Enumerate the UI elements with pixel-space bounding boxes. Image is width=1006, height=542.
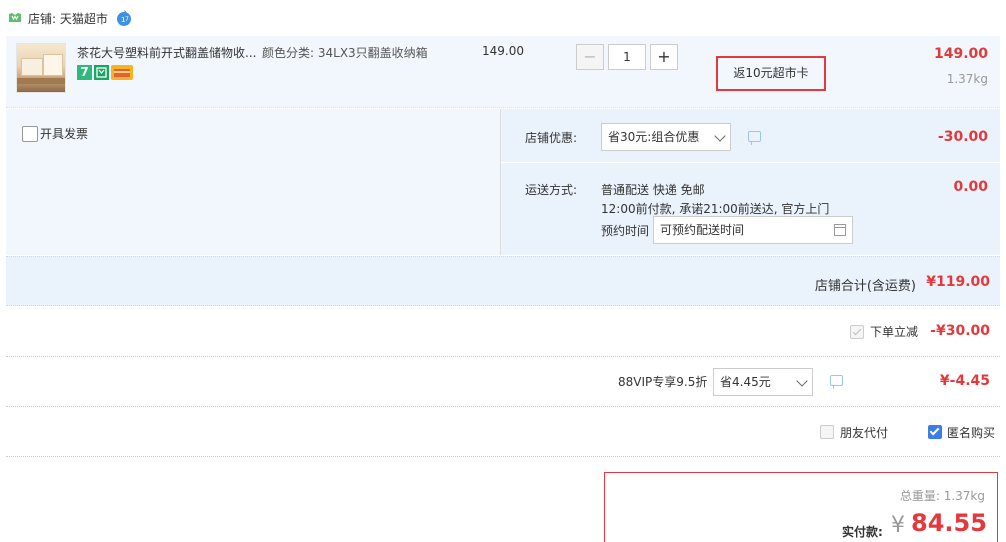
payment-summary: 总重量: 1.37kg 实付款: ¥ 84.55 [604, 472, 998, 542]
item-total: 149.00 [933, 46, 988, 62]
credit-card-icon [111, 65, 133, 80]
instant-discount-label: 下单立减 [870, 325, 919, 339]
cart-item-row: 茶花大号塑料前开式翻盖储物收... 7 颜色分类: 34LX3只翻盖收纳箱 14… [6, 36, 1000, 108]
chevron-down-icon [714, 130, 726, 142]
instant-discount-value: -¥30.00 [930, 323, 990, 339]
anonymous-purchase-checkbox[interactable] [928, 425, 942, 439]
chat-bubble-icon[interactable] [830, 375, 843, 389]
invoice-checkbox[interactable] [22, 125, 38, 142]
appointment-time-input[interactable]: 可预约配送时间 [653, 216, 853, 244]
product-thumbnail[interactable] [16, 43, 66, 93]
order-options: 开具发票 店铺优惠: 省30元:组合优惠 -30.00 运送方式: 普通配送 快… [6, 109, 1001, 255]
vip-discount-row: 88VIP专享9.5折 省4.45元 ¥-4.45 [6, 357, 1000, 407]
decrease-quantity-button[interactable]: − [576, 44, 604, 70]
rebate-badge: 返10元超市卡 [716, 56, 826, 91]
store-discount-label: 店铺优惠: [525, 131, 578, 145]
shipping-label: 运送方式: [525, 183, 578, 197]
instant-discount-row: 下单立减 -¥30.00 [6, 307, 1000, 357]
vip-discount-value: ¥-4.45 [939, 373, 990, 389]
wangwang-icon[interactable]: 17 [115, 9, 133, 27]
actual-payment-amount: 84.55 [911, 509, 987, 537]
shipping-amount: 0.00 [953, 179, 988, 195]
increase-quantity-button[interactable]: + [650, 44, 678, 70]
vip-discount-select[interactable]: 省4.45元 [713, 368, 813, 396]
store-subtotal-row: 店铺合计(含运费) ¥119.00 [6, 256, 1000, 306]
store-discount-amount: -30.00 [937, 129, 988, 145]
store-subtotal-value: ¥119.00 [926, 274, 990, 290]
chat-bubble-icon[interactable] [748, 131, 761, 145]
shipping-method: 普通配送 快递 免邮 [601, 183, 705, 197]
store-subtotal-label: 店铺合计(含运费) [814, 279, 916, 294]
item-weight: 1.37kg [946, 72, 988, 86]
payment-options-row: 朋友代付 匿名购买 [6, 407, 1000, 457]
delivery-panel: 店铺优惠: 省30元:组合优惠 -30.00 运送方式: 普通配送 快递 免邮 … [500, 109, 1001, 255]
shipping-promise: 12:00前付款, 承诺21:00前送达, 官方上门 [601, 202, 830, 216]
product-title[interactable]: 茶花大号塑料前开式翻盖储物收... [77, 44, 256, 61]
invoice-label: 开具发票 [40, 127, 89, 141]
service-badges: 7 [77, 65, 133, 80]
appointment-label: 预约时间 [601, 224, 650, 238]
quantity-stepper: − 1 + [576, 44, 678, 70]
seven-day-return-icon: 7 [77, 65, 92, 80]
unit-price: 149.00 [482, 44, 524, 58]
guarantee-shield-icon [94, 65, 109, 80]
friend-pay-label: 朋友代付 [840, 426, 889, 440]
shop-icon [8, 12, 22, 24]
chevron-down-icon [796, 375, 808, 387]
product-sku: 颜色分类: 34LX3只翻盖收纳箱 [262, 46, 428, 60]
calendar-icon[interactable] [834, 224, 846, 236]
appointment-time-value: 可预约配送时间 [660, 223, 745, 237]
instant-discount-checkbox [850, 325, 864, 339]
anonymous-purchase-label: 匿名购买 [947, 426, 996, 440]
vip-discount-selected: 省4.45元 [720, 375, 771, 389]
store-discount-select[interactable]: 省30元:组合优惠 [601, 123, 731, 151]
invoice-option[interactable]: 开具发票 [22, 125, 88, 142]
actual-payment-label: 实付款: [842, 525, 883, 539]
shop-header: 店铺: 天猫超市 17 [6, 0, 1000, 36]
store-discount-value: 省30元:组合优惠 [608, 130, 700, 144]
svg-text:7: 7 [125, 16, 129, 23]
vip-discount-label: 88VIP专享9.5折 [618, 375, 708, 389]
divider [501, 162, 1001, 163]
quantity-input[interactable]: 1 [608, 44, 646, 70]
total-weight: 总重量: 1.37kg [899, 489, 985, 503]
shop-name[interactable]: 店铺: 天猫超市 [28, 10, 108, 27]
friend-pay-checkbox[interactable] [820, 425, 834, 439]
currency-symbol: ¥ [891, 513, 905, 538]
